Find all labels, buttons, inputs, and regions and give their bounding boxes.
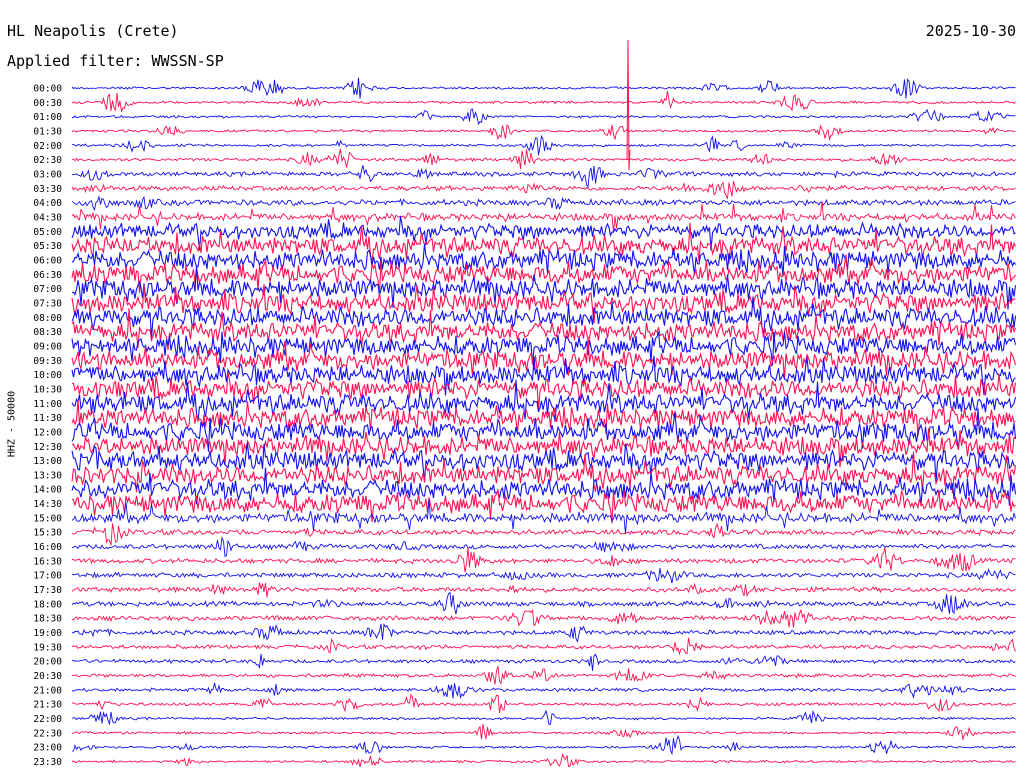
- row-time-label: 21:00: [33, 685, 62, 696]
- trace-row: [71, 77, 1016, 99]
- row-time-label: 16:00: [33, 542, 62, 553]
- trace-row: [71, 582, 1016, 598]
- row-time-label: 22:00: [33, 714, 62, 725]
- row-time-label: 10:30: [33, 384, 62, 395]
- row-time-label: 11:30: [33, 413, 62, 424]
- trace-row: [71, 591, 1016, 615]
- trace-row: [71, 123, 1016, 142]
- row-time-label: 05:00: [33, 227, 62, 238]
- row-time-label: 02:00: [33, 141, 62, 152]
- row-time-label: 05:30: [33, 241, 62, 252]
- trace-spike: [626, 39, 631, 171]
- row-time-label: 13:30: [33, 470, 62, 481]
- row-time-label: 15:00: [33, 513, 62, 524]
- trace-row: [71, 693, 1016, 713]
- tick-label-group: 00:00 00:30 01:00 01:30 02:00 02:30 03:00 03:30…: [33, 84, 62, 769]
- row-time-label: 23:30: [33, 757, 62, 768]
- row-time-label: 16:30: [33, 556, 62, 567]
- trace-row: [71, 568, 1016, 584]
- row-time-label: 14:00: [33, 485, 62, 496]
- row-time-label: 07:00: [33, 284, 62, 295]
- row-time-label: 00:30: [33, 98, 62, 109]
- row-time-label: 09:00: [33, 341, 62, 352]
- row-time-label: 11:00: [33, 399, 62, 410]
- trace-row: [71, 522, 1016, 546]
- row-time-label: 17:30: [33, 585, 62, 596]
- trace-row: [71, 622, 1016, 643]
- trace-row: [71, 682, 1016, 700]
- row-time-label: 07:30: [33, 298, 62, 309]
- row-time-label: 17:00: [33, 571, 62, 582]
- trace-row: [71, 108, 1016, 126]
- row-time-label: 00:00: [33, 84, 62, 95]
- row-time-label: 20:00: [33, 657, 62, 668]
- row-time-label: 09:30: [33, 356, 62, 367]
- row-time-label: 06:00: [33, 255, 62, 266]
- row-time-label: 03:00: [33, 169, 62, 180]
- row-time-label: 15:30: [33, 528, 62, 539]
- row-time-label: 12:30: [33, 442, 62, 453]
- row-time-label: 04:30: [33, 212, 62, 223]
- trace-row: [71, 181, 1016, 199]
- trace-row: [71, 134, 1016, 156]
- trace-row: [71, 653, 1016, 671]
- trace-row: [71, 608, 1016, 628]
- row-time-label: 01:00: [33, 112, 62, 123]
- row-time-label: 12:00: [33, 427, 62, 438]
- trace-row: [71, 734, 1016, 756]
- row-time-label: 13:00: [33, 456, 62, 467]
- trace-row: [71, 536, 1016, 557]
- helicorder-plot: 00:00 00:30 01:00 01:30 02:00 02:30 03:00 03:30…: [33, 39, 1017, 769]
- row-time-label: 19:00: [33, 628, 62, 639]
- row-time-label: 18:30: [33, 614, 62, 625]
- row-time-label: 20:30: [33, 671, 62, 682]
- trace-row: [71, 709, 1016, 726]
- row-time-label: 18:00: [33, 599, 62, 610]
- trace-row: [71, 165, 1016, 189]
- row-time-label: 23:00: [33, 743, 62, 754]
- trace-row: [71, 724, 1016, 741]
- row-time-label: 14:30: [33, 499, 62, 510]
- trace-row: [71, 665, 1016, 685]
- row-time-label: 04:00: [33, 198, 62, 209]
- row-time-label: 21:30: [33, 700, 62, 711]
- row-time-label: 10:00: [33, 370, 62, 381]
- trace-row: [71, 90, 1016, 113]
- trace-row: [71, 195, 1016, 212]
- trace-group: [71, 39, 1017, 768]
- row-time-label: 08:00: [33, 313, 62, 324]
- row-time-label: 02:30: [33, 155, 62, 166]
- trace-row: [71, 547, 1016, 573]
- row-time-label: 19:30: [33, 642, 62, 653]
- trace-row: [71, 637, 1016, 656]
- row-time-label: 22:30: [33, 728, 62, 739]
- row-time-label: 03:30: [33, 184, 62, 195]
- row-time-label: 01:30: [33, 126, 62, 137]
- trace-row: [71, 201, 1016, 233]
- row-time-label: 06:30: [33, 270, 62, 281]
- row-time-label: 08:30: [33, 327, 62, 338]
- trace-row: [71, 148, 1016, 169]
- trace-row: [71, 753, 1016, 768]
